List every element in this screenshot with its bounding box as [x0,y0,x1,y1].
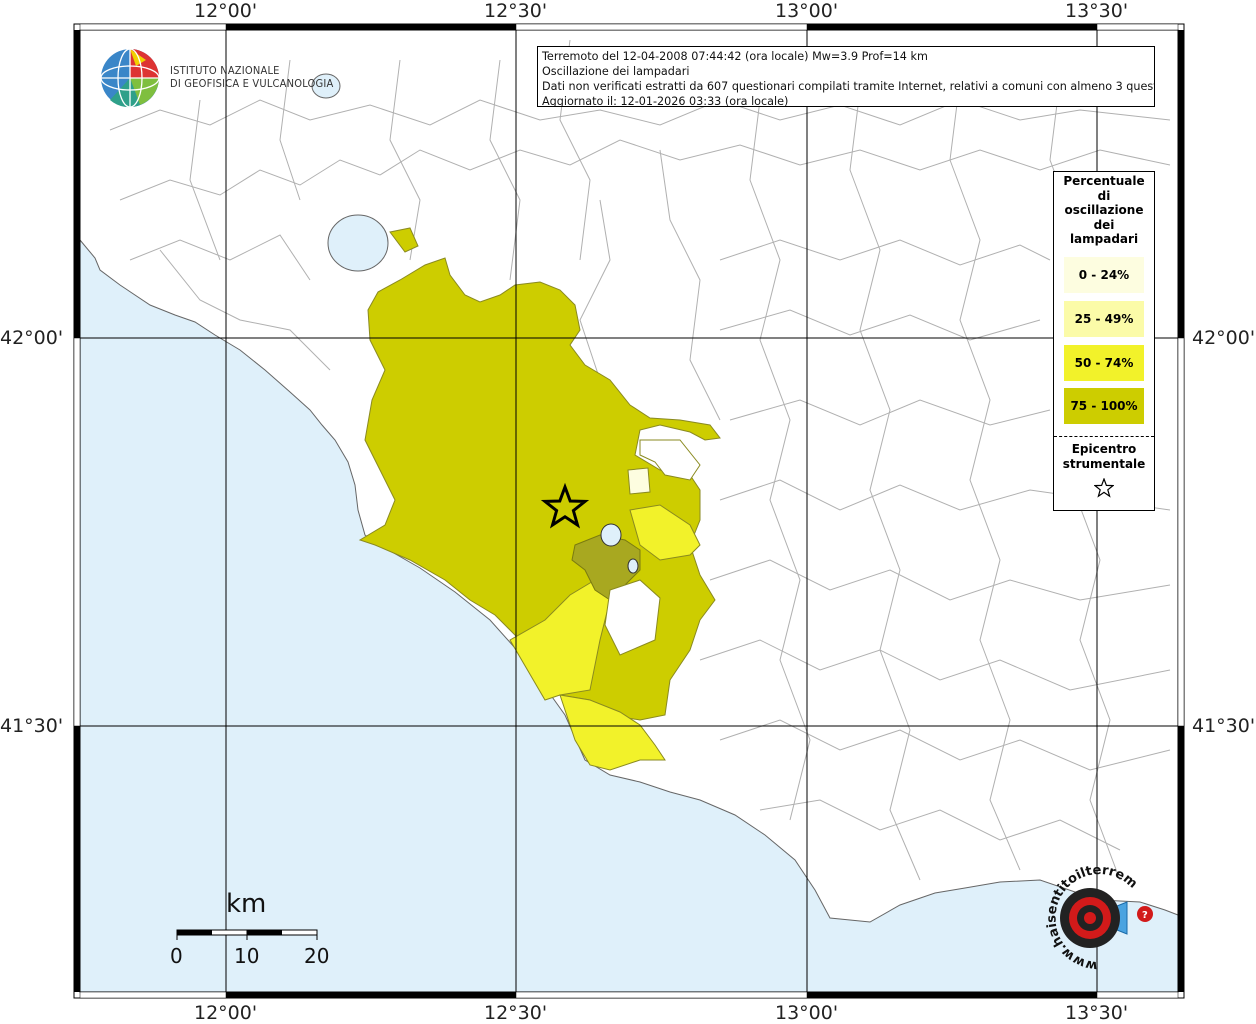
lon-tick-top-3: 13°00' [775,0,839,22]
lake-nemi [627,558,639,574]
data-source-note: Dati non verificati estratti da 607 ques… [542,80,1155,93]
area-0-24 [627,467,651,495]
lon-tick-bottom-1: 12°00' [194,1002,258,1024]
legend-epicenter: Epicentro strumentale [1054,442,1154,502]
legend-epicenter-line: Epicentro [1071,442,1137,456]
scale-tick-10: 10 [234,944,260,968]
lon-tick-bottom-3: 13°00' [775,1002,839,1024]
ingv-name: ISTITUTO NAZIONALE DI GEOFISICA E VULCAN… [170,64,333,90]
legend-epicenter-line: strumentale [1062,457,1146,471]
legend-title: Percentuale di oscillazione dei lampadar… [1054,174,1154,247]
lat-tick-right-2: 41°30' [1192,715,1256,737]
legend-separator [1054,436,1154,437]
legend-class-75-100: 75 - 100% [1064,388,1144,424]
update-timestamp: Aggiornato il: 12-01-2026 03:33 (ora loc… [542,95,789,107]
lat-tick-left-1: 42°00' [0,327,64,349]
haisentito-target-icon: ? www.haisentitoilterremoto.it [1028,849,1153,973]
legend-class-50-74: 50 - 74% [1064,345,1144,381]
map-subject: Oscillazione dei lampadari [542,65,690,78]
scale-tick-0: 0 [170,944,183,968]
lake-albano [600,523,622,547]
legend-class-0-24: 0 - 24% [1064,257,1144,293]
lon-tick-bottom-4: 13°30' [1065,1002,1129,1024]
lon-tick-top-4: 13°30' [1065,0,1129,22]
lon-tick-top-2: 12°30' [484,0,548,22]
legend-title-line: oscillazione [1064,203,1144,217]
haisentito-logo: ? www.haisentitoilterremoto.it [1028,849,1172,973]
svg-text:?: ? [1142,910,1148,921]
event-title: Terremoto del 12-04-2008 07:44:42 (ora l… [542,50,928,63]
lat-tick-left-2: 41°30' [0,715,64,737]
ingv-name-line1: ISTITUTO NAZIONALE [170,64,280,77]
ingv-name-line2: DI GEOFISICA E VULCANOLOGIA [170,77,334,90]
star-icon [1093,477,1115,498]
legend-title-line: Percentuale [1063,174,1145,188]
legend-title-line: lampadari [1069,232,1139,246]
lon-tick-top-1: 12°00' [194,0,258,22]
event-info-box: Terremoto del 12-04-2008 07:44:42 (ora l… [537,46,1155,107]
legend: Percentuale di oscillazione dei lampadar… [1053,171,1155,511]
lon-tick-bottom-2: 12°30' [484,1002,548,1024]
legend-title-line: di [1097,188,1111,203]
lake-bracciano [327,214,389,272]
lat-tick-right-1: 42°00' [1192,327,1256,349]
scale-tick-20: 20 [304,944,330,968]
legend-class-25-49: 25 - 49% [1064,301,1144,337]
scale-unit: km [226,889,267,919]
legend-title-line: dei [1093,217,1115,232]
ingv-globe-icon [100,48,160,108]
